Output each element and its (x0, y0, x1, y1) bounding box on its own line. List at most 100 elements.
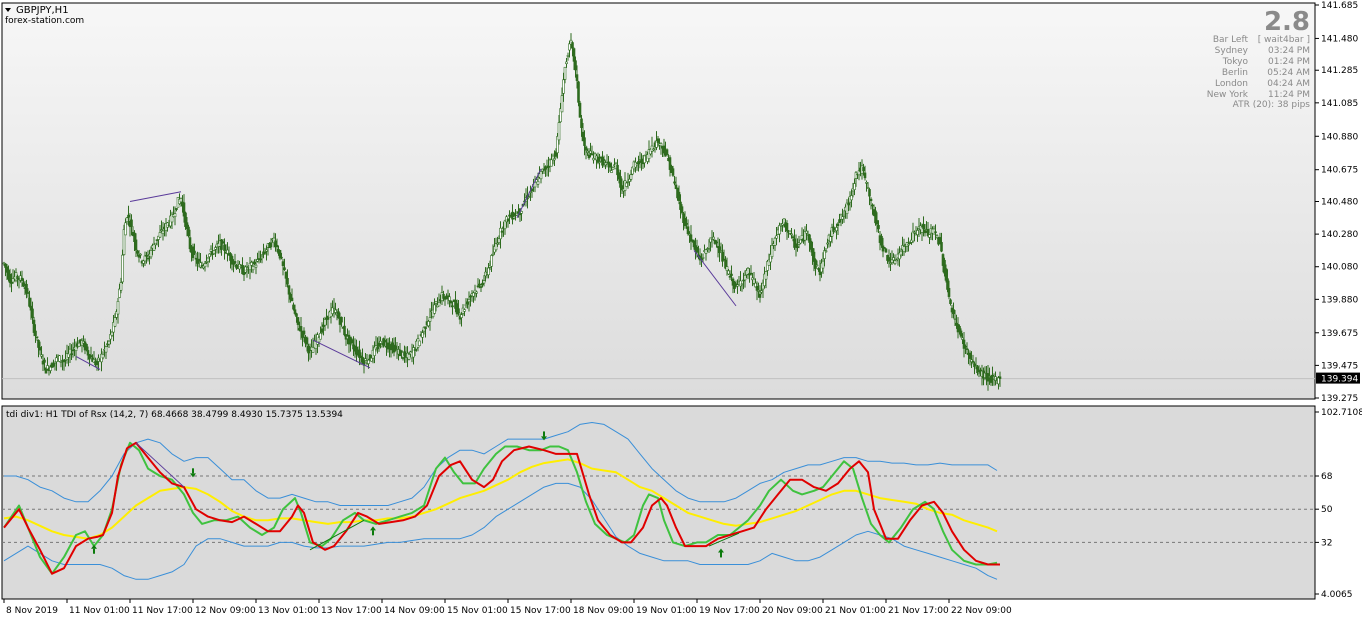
candle-body (749, 272, 753, 275)
candle-body (160, 229, 163, 231)
candle-body (940, 242, 943, 252)
candle-body (203, 263, 207, 268)
candle-body (584, 146, 588, 151)
candle-body (863, 172, 867, 179)
candle-body (578, 102, 582, 118)
candle-body (907, 243, 910, 246)
candle-body (146, 257, 150, 260)
candle-body (40, 354, 43, 357)
candle-body (838, 219, 841, 223)
candle-body (34, 330, 37, 336)
candle-body (400, 350, 403, 353)
candle-body (877, 225, 880, 230)
candle-body (71, 349, 75, 352)
candle-body (760, 290, 763, 293)
candle-body (958, 326, 961, 332)
indicator-tick-label: 50 (1321, 505, 1333, 515)
candle-body (116, 301, 120, 315)
info-label: Sydney (1215, 46, 1249, 56)
candle-body (293, 309, 297, 314)
candle-body (254, 264, 258, 268)
info-label: Bar Left (1213, 35, 1249, 45)
candle-body (119, 282, 123, 291)
candle-body (343, 325, 346, 336)
candle-body (928, 234, 931, 238)
source-watermark: forex-station.com (5, 16, 84, 26)
candle-body (952, 309, 955, 315)
candle-body (31, 308, 34, 318)
candle-body (610, 170, 613, 173)
indicator-tick-label: 68 (1321, 472, 1333, 482)
indicator-axis[interactable]: 102.7108 68 50 32 4.0065 (1315, 408, 1362, 600)
price-tick-label: 141.685 (1321, 1, 1358, 11)
candle-body (193, 250, 196, 254)
candle-body (26, 292, 30, 294)
candle-body (611, 167, 615, 170)
candle-body (625, 182, 628, 187)
candle-body (145, 255, 148, 257)
candle-body (677, 191, 681, 201)
time-tick-label: 11 Nov 17:00 (132, 606, 193, 616)
candle-body (961, 337, 964, 340)
candle-body (550, 159, 553, 167)
candle-body (946, 278, 949, 290)
candle-body (158, 232, 162, 238)
candle-body (637, 161, 640, 165)
candle-body (350, 339, 354, 344)
candle-body (680, 206, 684, 213)
candle-body (553, 158, 556, 161)
candle-body (871, 204, 874, 207)
candle-body (263, 251, 267, 254)
candle-body (58, 355, 61, 362)
candle-body (437, 302, 441, 307)
candle-body (245, 269, 249, 272)
candle-body (496, 242, 499, 245)
candle-body (686, 226, 690, 235)
candle-body (188, 237, 192, 250)
price-panel[interactable] (1, 2, 1316, 400)
candle-body (364, 358, 367, 361)
candle-body (407, 354, 411, 360)
candle-body (394, 345, 397, 350)
candle-body (290, 297, 294, 302)
candle-body (70, 353, 73, 355)
candle-body (482, 280, 486, 284)
candle-body (785, 223, 789, 232)
time-tick-label: 13 Nov 17:00 (321, 606, 382, 616)
candle-body (376, 346, 379, 350)
price-tick-label: 141.480 (1321, 34, 1358, 44)
candle-body (718, 246, 721, 254)
candle-body (602, 159, 606, 161)
candle-body (757, 290, 760, 292)
candle-body (821, 260, 825, 269)
candle-body (460, 314, 463, 318)
candle-body (968, 352, 972, 359)
candle-body (457, 308, 460, 314)
candle-body (85, 343, 88, 351)
time-tick-label: 8 Nov 2019 (6, 606, 58, 616)
candle-body (433, 304, 436, 314)
trading-chart: GBPJPY,H1 forex-station.com 2.8 Bar Left… (1, 1, 1362, 616)
symbol-title: GBPJPY,H1 (16, 5, 69, 16)
price-axis[interactable]: 141.685 141.480 141.285 141.085 140.880 140.6… (1315, 1, 1358, 404)
candle-body (323, 319, 327, 326)
candle-body (539, 171, 543, 180)
candle-body (959, 330, 963, 337)
candle-body (197, 258, 201, 262)
candle-body (788, 230, 792, 234)
candle-body (280, 256, 283, 259)
candle-body (22, 282, 25, 287)
candle-body (292, 304, 295, 310)
candle-body (887, 257, 891, 262)
candle-body (319, 332, 322, 340)
time-axis[interactable]: 8 Nov 2019 11 Nov 01:00 11 Nov 17:00 12 Nov… (3, 599, 1012, 616)
candle-body (472, 292, 475, 297)
candle-body (791, 236, 795, 238)
candle-body (10, 282, 13, 284)
candle-body (572, 48, 576, 62)
candle-body (448, 296, 451, 301)
candle-body (862, 167, 865, 171)
candle-body (815, 264, 819, 267)
candle-body (130, 219, 133, 227)
candle-body (758, 293, 762, 298)
